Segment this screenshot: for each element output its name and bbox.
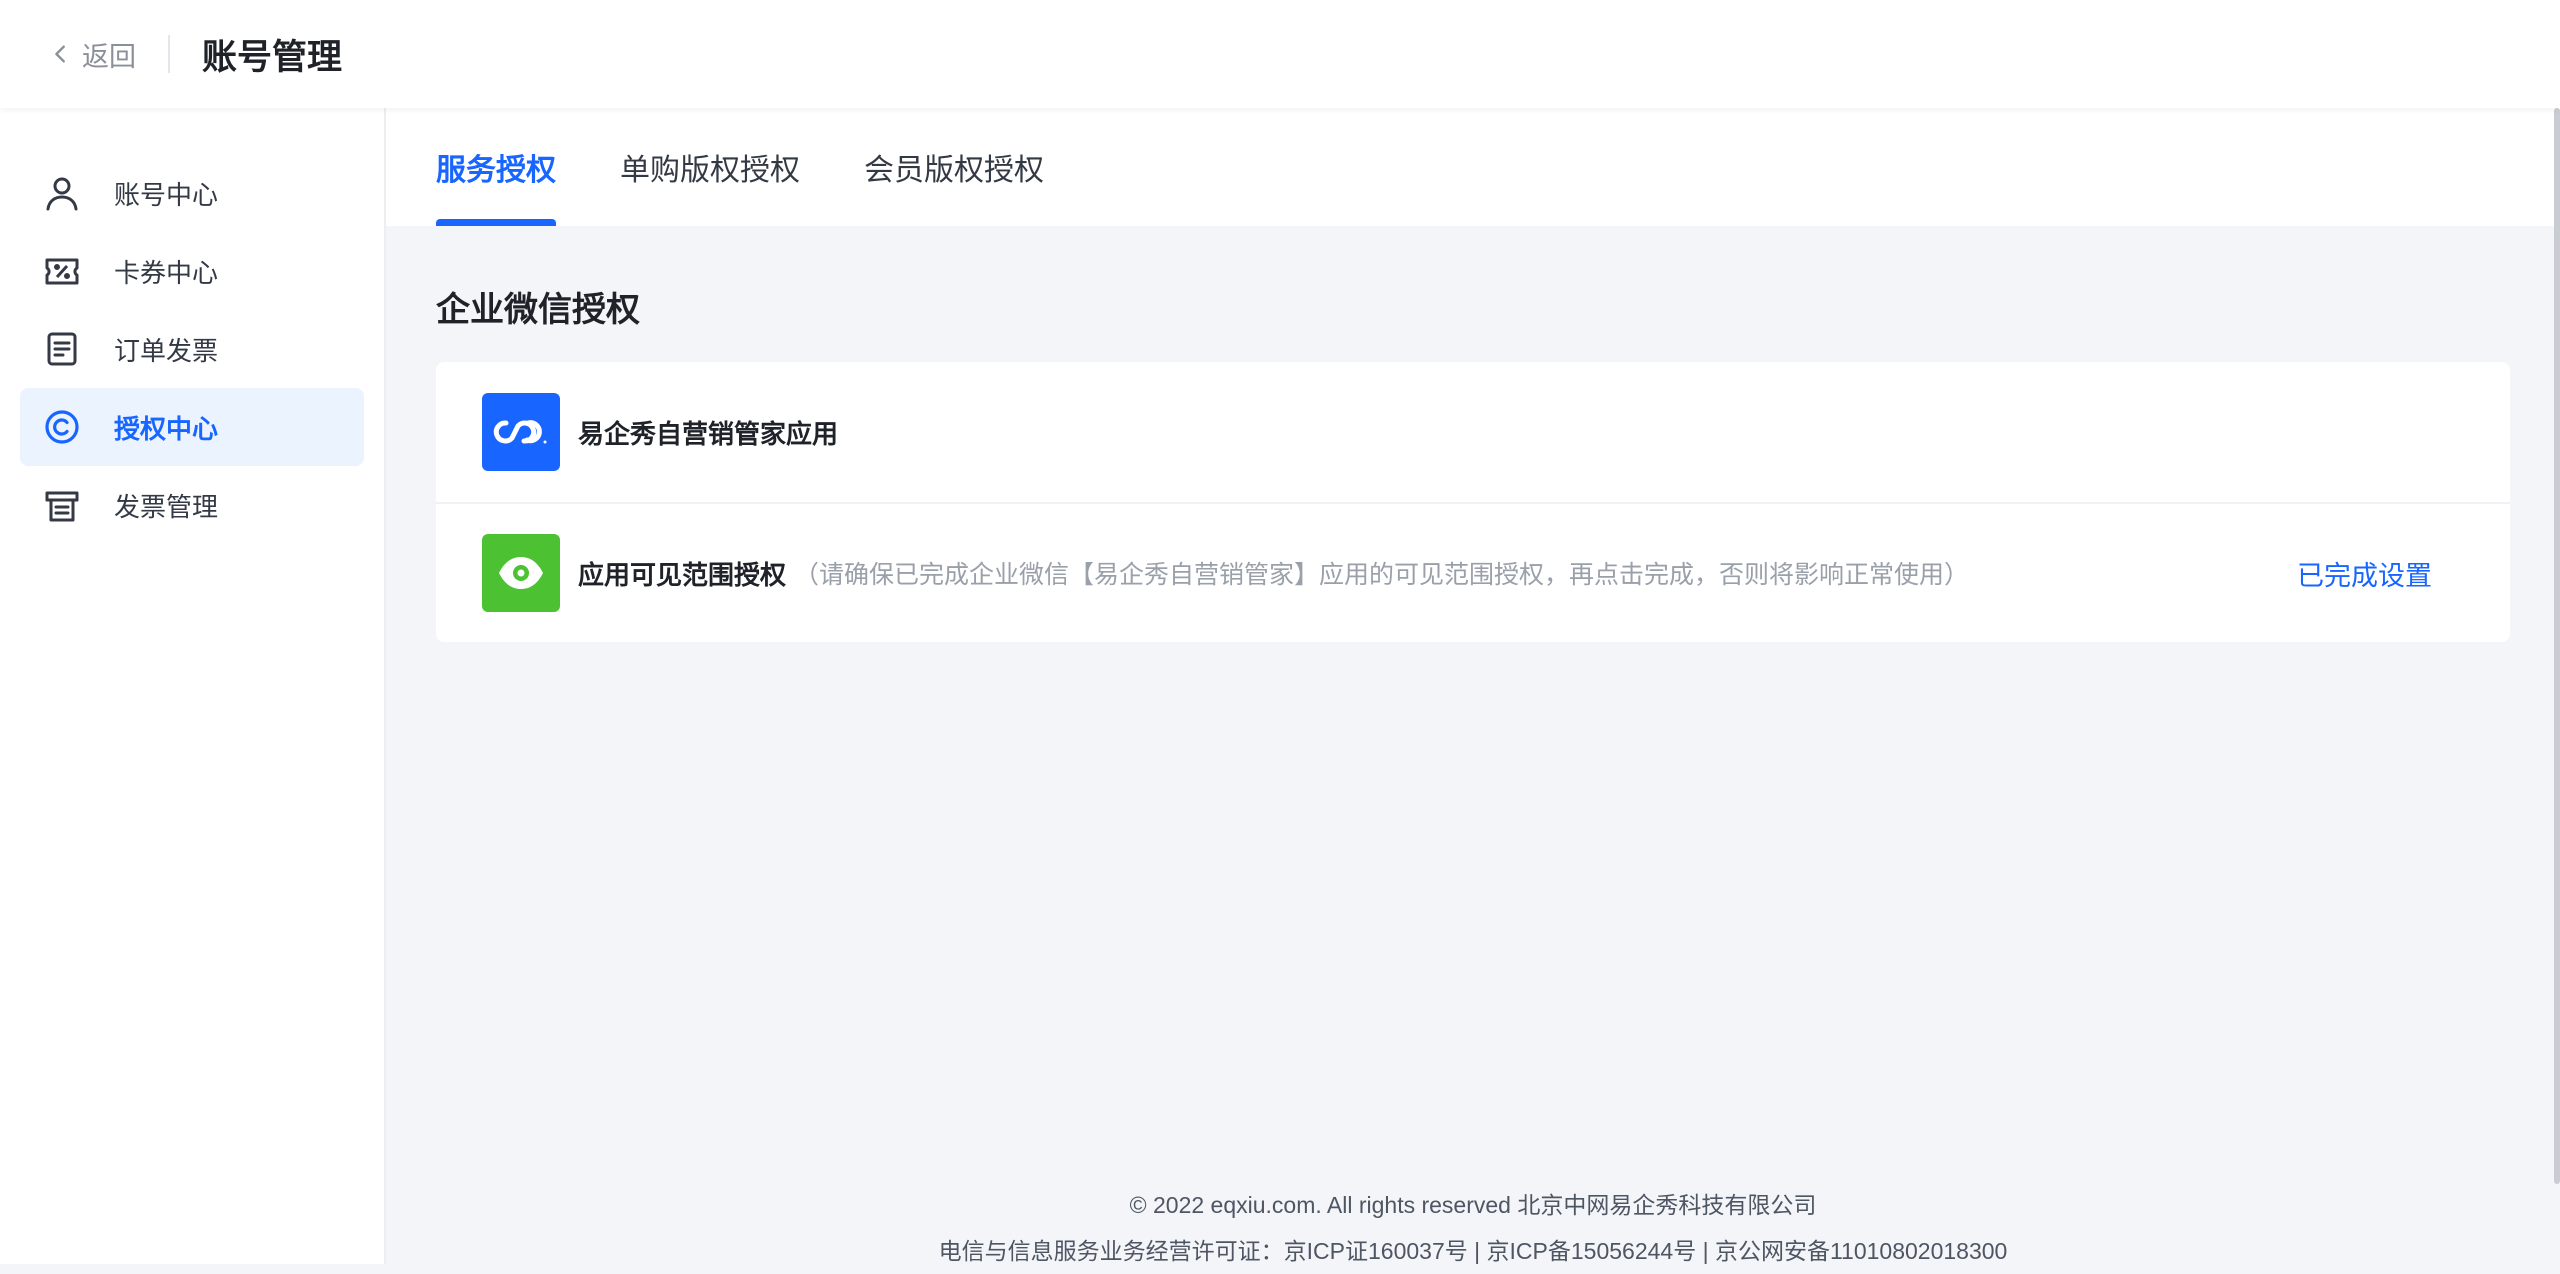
auth-card: 易企秀自营销管家应用 应用可见范围授权 （请确保已完成企业微信【易企秀自营销管家…	[436, 362, 2510, 642]
footer-copyright: © 2022 eqxiu.com. All rights reserved 北京…	[1129, 1192, 1817, 1218]
row-title: 应用可见范围授权	[578, 559, 787, 590]
sidebar-item-account-center[interactable]: 账号中心	[20, 154, 364, 232]
back-button[interactable]: 返回	[50, 35, 136, 74]
tab-member-copyright-auth[interactable]: 会员版权授权	[864, 108, 1044, 226]
list-item: 易企秀自营销管家应用	[436, 362, 2510, 502]
ticket-icon	[45, 258, 79, 285]
header-divider	[168, 35, 170, 73]
sidebar-item-label: 卡券中心	[114, 257, 219, 288]
copyright-icon	[45, 410, 79, 444]
sidebar-item-invoice-management[interactable]: 发票管理	[20, 466, 364, 544]
footer: © 2022 eqxiu.com. All rights reserved 北京…	[386, 1182, 2560, 1274]
sidebar-item-coupon-center[interactable]: 卡券中心	[20, 232, 364, 310]
invoice-icon	[45, 491, 79, 522]
eqxiu-logo-icon	[482, 393, 560, 471]
sidebar-item-order-invoice[interactable]: 订单发票	[20, 310, 364, 388]
sidebar-item-label: 授权中心	[114, 413, 219, 444]
sidebar-item-auth-center[interactable]: 授权中心	[20, 388, 364, 466]
section-title: 企业微信授权	[436, 291, 640, 329]
chevron-left-icon	[55, 45, 65, 63]
sidebar: 账号中心 卡券中心 订单发票 授权中心 发票管理	[0, 108, 386, 1264]
tab-service-auth[interactable]: 服务授权	[436, 108, 556, 226]
list-item: 应用可见范围授权 （请确保已完成企业微信【易企秀自营销管家】应用的可见范围授权，…	[436, 502, 2510, 642]
tab-single-copyright-auth[interactable]: 单购版权授权	[620, 108, 800, 226]
footer-license: 电信与信息服务业务经营许可证：京ICP证160037号 | 京ICP备15056…	[938, 1238, 2008, 1264]
back-label: 返回	[82, 41, 136, 72]
sidebar-item-label: 账号中心	[114, 179, 219, 210]
page-title: 账号管理	[202, 37, 343, 77]
scrollbar[interactable]	[2554, 108, 2560, 1184]
sidebar-item-label: 订单发票	[114, 335, 219, 366]
user-icon	[46, 177, 78, 211]
row-note: （请确保已完成企业微信【易企秀自营销管家】应用的可见范围授权，再点击完成，否则将…	[794, 561, 1970, 589]
sidebar-item-label: 发票管理	[114, 491, 219, 522]
main-content: 服务授权 单购版权授权 会员版权授权 企业微信授权 易企秀自营销管家应用 应用可…	[386, 108, 2560, 1264]
order-icon	[47, 332, 77, 366]
row-title: 易企秀自营销管家应用	[578, 418, 839, 449]
tab-bar: 服务授权 单购版权授权 会员版权授权	[386, 108, 2560, 226]
top-bar: 返回 账号管理	[0, 0, 2560, 108]
eye-icon	[482, 534, 560, 612]
complete-settings-link[interactable]: 已完成设置	[2297, 554, 2432, 593]
